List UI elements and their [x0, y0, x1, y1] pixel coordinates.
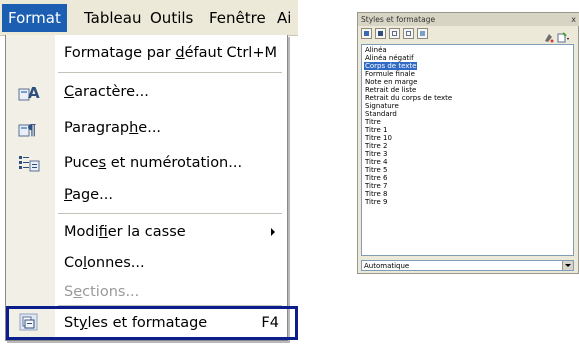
character-icon: A	[18, 82, 40, 102]
panel-toolbar	[358, 27, 579, 43]
list-item[interactable]: Titre 10	[364, 134, 393, 142]
list-item[interactable]: Retrait de liste	[364, 86, 417, 94]
menu-item-label: Page...	[64, 187, 113, 203]
menu-item-modifier-casse[interactable]: Modifier la casse	[6, 217, 287, 247]
list-item[interactable]: Titre 1	[364, 126, 388, 134]
bullets-numbering-icon	[18, 153, 40, 173]
menu-item-caractere[interactable]: A Caractère...	[6, 77, 287, 107]
list-item[interactable]: Formule finale	[364, 70, 416, 78]
menu-format[interactable]: Format	[2, 4, 67, 32]
submenu-arrow-icon	[271, 228, 275, 236]
menu-item-label: Paragraphe...	[64, 120, 162, 136]
menu-bar: Format Tableau Outils Fenêtre Ai	[0, 0, 298, 36]
list-item[interactable]: Titre 8	[364, 190, 388, 198]
menu-item-label: Caractère...	[64, 84, 149, 100]
list-item[interactable]: Alinéa négatif	[364, 54, 415, 62]
list-item[interactable]: Titre 7	[364, 182, 388, 190]
menu-item-styles-formatage[interactable]: Styles et formatage F4	[6, 306, 298, 340]
menu-item-label: Sections...	[64, 284, 140, 300]
panel-title: Styles et formatage	[361, 15, 436, 24]
fill-format-icon[interactable]	[543, 28, 554, 43]
style-filter-value: Automatique	[364, 262, 410, 270]
list-item[interactable]: Titre 2	[364, 142, 388, 150]
menu-item-sections: Sections...	[6, 277, 287, 307]
list-item[interactable]: Titre	[364, 118, 382, 126]
paragraph-styles-button[interactable]	[361, 28, 372, 39]
menu-item-label: Modifier la casse	[64, 224, 186, 240]
menu-separator	[58, 72, 282, 73]
chevron-down-icon[interactable]	[562, 261, 573, 270]
list-item[interactable]: Retrait du corps de texte	[364, 94, 453, 102]
menu-item-label: Formatage par défaut	[64, 45, 223, 61]
list-styles-button[interactable]	[417, 28, 428, 39]
character-styles-button[interactable]	[375, 28, 386, 39]
menu-item-label: Styles et formatage	[64, 315, 208, 331]
new-style-icon[interactable]	[557, 28, 569, 43]
format-dropdown: Formatage par défaut Ctrl+M A Caractère.…	[5, 35, 298, 341]
list-item[interactable]: Signature	[364, 102, 400, 110]
list-item[interactable]: Note en marge	[364, 78, 418, 86]
menu-outils[interactable]: Outils	[144, 4, 199, 32]
list-item[interactable]: Titre 4	[364, 158, 388, 166]
list-item[interactable]: Alinéa	[364, 46, 388, 54]
list-item[interactable]: Titre 9	[364, 198, 388, 206]
styles-formatting-icon	[18, 312, 40, 332]
list-item-selected[interactable]: Corps de texte	[364, 62, 418, 70]
svg-text:A: A	[28, 84, 40, 102]
shortcut-label: F4	[261, 315, 279, 331]
menu-tableau[interactable]: Tableau	[78, 4, 148, 32]
frame-styles-button[interactable]	[389, 28, 400, 39]
paragraph-icon: ¶	[18, 118, 40, 139]
close-icon[interactable]: x	[571, 14, 576, 25]
menu-item-puces-numerotation[interactable]: Puces et numérotation...	[6, 148, 287, 178]
page-styles-button[interactable]	[403, 28, 414, 39]
list-item[interactable]: Standard	[364, 110, 398, 118]
menu-item-label: Puces et numérotation...	[64, 155, 243, 171]
menu-item-paragraphe[interactable]: ¶ Paragraphe...	[6, 113, 287, 143]
style-filter-select[interactable]: Automatique	[361, 260, 574, 271]
format-menu-screenshot: Format Tableau Outils Fenêtre Ai Formata…	[0, 0, 298, 346]
style-list[interactable]: Alinéa Alinéa négatif Corps de texte For…	[361, 44, 574, 256]
panel-title-bar: Styles et formatage x	[358, 13, 579, 26]
menu-item-formatage-par-defaut[interactable]: Formatage par défaut Ctrl+M	[6, 38, 287, 68]
shortcut-label: Ctrl+M	[226, 45, 277, 61]
menu-item-colonnes[interactable]: Colonnes...	[6, 248, 287, 278]
list-item[interactable]: Titre 5	[364, 166, 388, 174]
list-item[interactable]: Titre 6	[364, 174, 388, 182]
menu-aide[interactable]: Ai	[271, 4, 297, 32]
menu-separator	[58, 213, 282, 214]
menu-item-page[interactable]: Page...	[6, 180, 287, 210]
menu-item-label: Colonnes...	[64, 255, 145, 271]
list-item[interactable]: Titre 3	[364, 150, 388, 158]
menu-fenetre[interactable]: Fenêtre	[203, 4, 272, 32]
styles-formatting-panel: Styles et formatage x Alinéa Alinéa néga…	[357, 12, 579, 274]
svg-text:¶: ¶	[27, 121, 37, 138]
